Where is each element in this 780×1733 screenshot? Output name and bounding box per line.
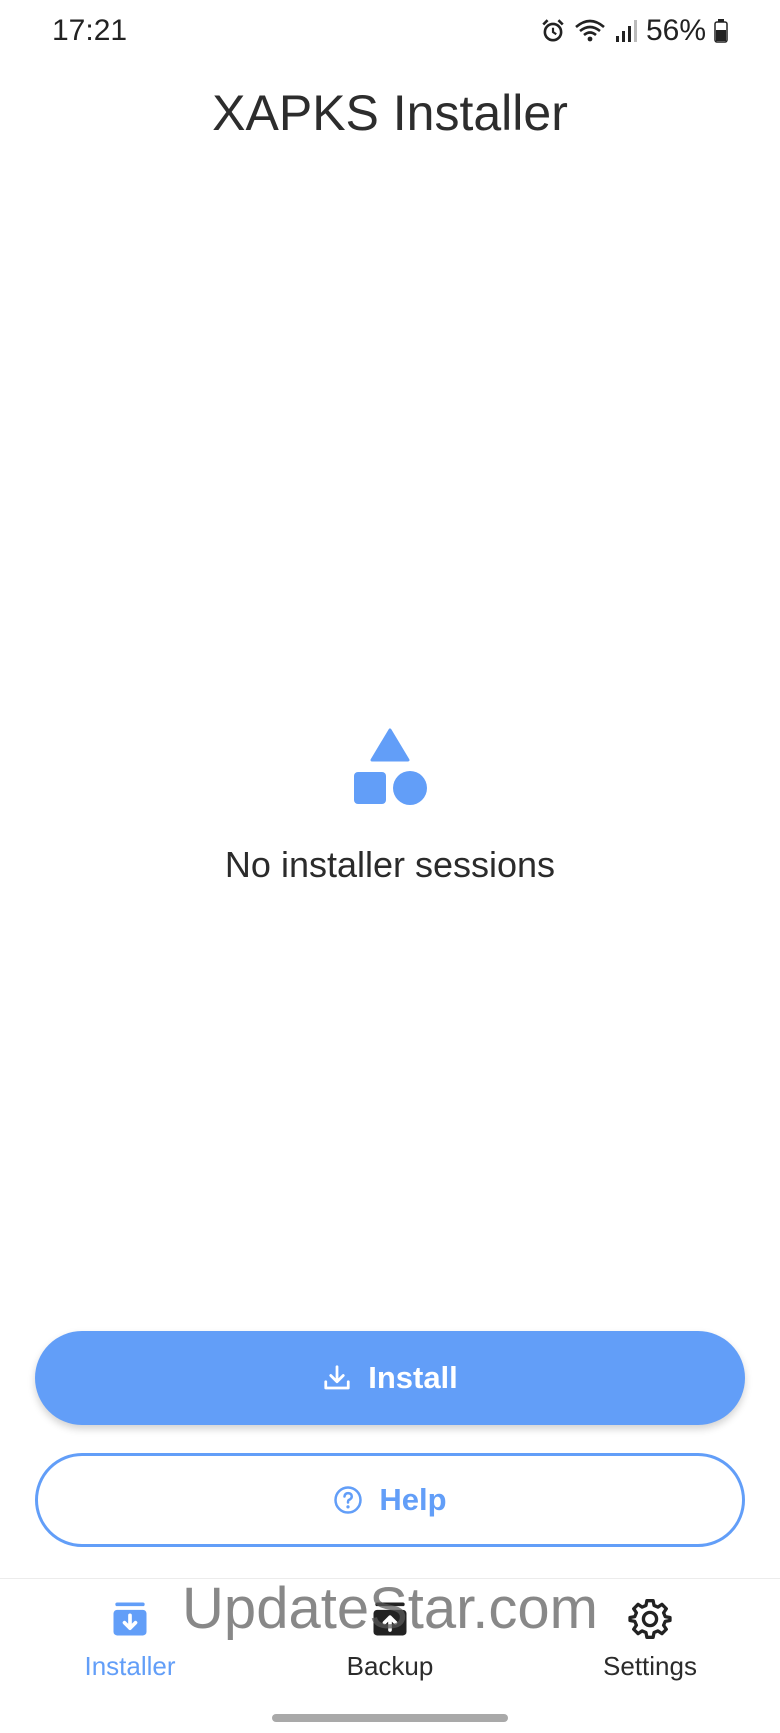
wifi-icon [574,18,606,44]
install-button[interactable]: Install [35,1331,745,1425]
help-circle-icon [333,1485,363,1515]
nav-label-settings: Settings [603,1651,697,1681]
page-title: XAPKS Installer [212,85,568,141]
install-button-label: Install [368,1360,458,1395]
empty-state-message: No installer sessions [224,844,556,885]
gesture-bar[interactable] [272,1714,508,1722]
status-time: 17:21 [52,14,128,47]
status-bar: 17:21 56% [0,0,780,64]
status-icons: 56% [540,14,728,48]
help-button-label: Help [379,1482,447,1517]
nav-item-backup[interactable]: Backup [290,1597,490,1682]
nav-item-installer[interactable]: Installer [30,1597,230,1682]
battery-percent: 56% [645,14,706,47]
alarm-icon [540,18,566,44]
empty-state: No installer sessions [0,728,780,886]
gear-icon [550,1597,750,1641]
signal-icon [614,18,638,44]
installer-icon [30,1597,230,1641]
bottom-navigation: Installer Backup Settings [0,1578,780,1699]
nav-label-installer: Installer [84,1651,176,1681]
nav-item-settings[interactable]: Settings [550,1597,750,1682]
nav-label-backup: Backup [346,1651,434,1681]
shapes-icon [0,728,780,808]
backup-icon [290,1597,490,1641]
help-button[interactable]: Help [35,1453,745,1547]
battery-icon [714,19,728,43]
download-icon [322,1363,352,1393]
